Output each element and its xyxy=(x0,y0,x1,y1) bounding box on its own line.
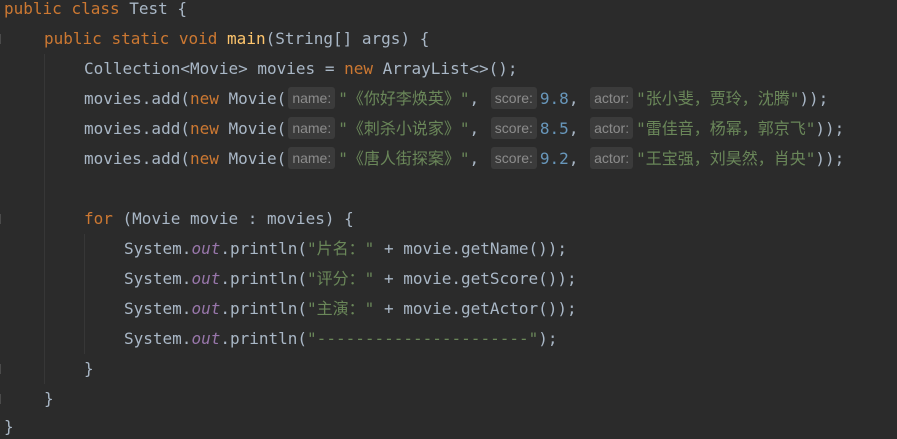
brace: } xyxy=(44,389,54,408)
code-line-6[interactable]: movies.add(new Movie(name: "《唐人街探案》", sco… xyxy=(84,144,844,174)
code-line-11[interactable]: System.out.println("主演：" + movie.getActo… xyxy=(124,294,577,324)
code-line-8[interactable]: for (Movie movie : movies) { xyxy=(84,204,354,234)
indent-guide xyxy=(44,54,45,384)
param-hint-actor: actor: xyxy=(590,87,634,109)
add-call: movies.add( xyxy=(84,149,190,168)
string-literal: "评分：" xyxy=(307,269,375,288)
string-literal: "张小斐，贾玲，沈腾" xyxy=(636,89,800,108)
comma: , xyxy=(469,149,489,168)
brace: } xyxy=(4,417,14,436)
param-hint-name: name: xyxy=(288,117,336,139)
code-line-3[interactable]: Collection<Movie> movies = new ArrayList… xyxy=(84,54,518,84)
param-hint-score: score: xyxy=(490,117,537,139)
system-ref: System. xyxy=(124,329,192,348)
param-hint-actor: actor: xyxy=(590,117,634,139)
method-name: main xyxy=(227,29,266,48)
string-literal: "主演：" xyxy=(307,299,375,318)
fold-marker[interactable] xyxy=(0,364,5,374)
brace: } xyxy=(84,359,94,378)
keyword: new xyxy=(189,119,219,138)
string-literal: "《你好李焕英》" xyxy=(338,89,470,108)
code-line-10[interactable]: System.out.println("评分：" + movie.getScor… xyxy=(124,264,577,294)
keyword: class xyxy=(71,0,120,18)
keyword: public xyxy=(44,29,102,48)
static-field: out xyxy=(191,269,221,288)
string-literal: "王宝强，刘昊然，肖央" xyxy=(636,149,816,168)
close-paren: )); xyxy=(815,149,845,168)
number-literal: 8.5 xyxy=(539,119,569,138)
system-ref: System. xyxy=(124,299,192,318)
println-call: .println( xyxy=(220,239,308,258)
for-header: (Movie movie : movies) { xyxy=(112,209,354,228)
code-line-13[interactable]: } xyxy=(84,354,94,384)
string-literal: "《唐人街探案》" xyxy=(338,149,470,168)
static-field: out xyxy=(191,329,221,348)
code-line-4[interactable]: movies.add(new Movie(name: "《你好李焕英》", sco… xyxy=(84,84,828,114)
comma: , xyxy=(469,119,489,138)
code-line-14[interactable]: } xyxy=(44,384,54,414)
println-call: .println( xyxy=(220,299,308,318)
string-literal: "雷佳音，杨幂，郭京飞" xyxy=(636,119,816,138)
static-field: out xyxy=(191,239,221,258)
constructor-call: Movie( xyxy=(218,149,287,168)
constructor-call: ArrayList<>(); xyxy=(373,59,518,78)
fold-marker[interactable] xyxy=(0,34,5,44)
close-paren: )); xyxy=(815,119,845,138)
constructor-call: Movie( xyxy=(218,119,287,138)
code-editor[interactable]: public class Test { public static void m… xyxy=(0,0,897,439)
println-call: .println( xyxy=(220,269,308,288)
keyword: static xyxy=(111,29,170,48)
code-line-5[interactable]: movies.add(new Movie(name: "《刺杀小说家》", sco… xyxy=(84,114,844,144)
comma: , xyxy=(469,89,489,108)
code-line-15[interactable]: } xyxy=(4,412,14,439)
expression: + movie.getActor()); xyxy=(374,299,577,318)
param-hint-actor: actor: xyxy=(590,147,634,169)
expression: + movie.getScore()); xyxy=(374,269,577,288)
declaration: Collection<Movie> movies = xyxy=(84,59,345,78)
comma: , xyxy=(568,149,589,168)
indent-guide xyxy=(84,234,85,354)
static-field: out xyxy=(191,299,221,318)
keyword: new xyxy=(189,89,219,108)
keyword: for xyxy=(84,209,113,228)
code-line-12[interactable]: System.out.println("--------------------… xyxy=(124,324,558,354)
expression: ); xyxy=(538,329,558,348)
param-hint-score: score: xyxy=(490,87,537,109)
params: (String[] args) { xyxy=(265,29,430,48)
param-hint-score: score: xyxy=(490,147,537,169)
add-call: movies.add( xyxy=(84,119,190,138)
code-line-1[interactable]: public class Test { xyxy=(4,0,187,24)
add-call: movies.add( xyxy=(84,89,190,108)
println-call: .println( xyxy=(220,329,308,348)
keyword: new xyxy=(189,149,219,168)
string-literal: "片名：" xyxy=(307,239,375,258)
string-literal: "----------------------" xyxy=(307,329,539,348)
fold-marker[interactable] xyxy=(0,394,5,404)
comma: , xyxy=(568,119,589,138)
constructor-call: Movie( xyxy=(218,89,287,108)
number-literal: 9.2 xyxy=(539,149,569,168)
expression: + movie.getName()); xyxy=(374,239,567,258)
fold-marker[interactable] xyxy=(0,214,5,224)
system-ref: System. xyxy=(124,239,192,258)
param-hint-name: name: xyxy=(288,147,336,169)
brace: { xyxy=(177,0,188,18)
keyword: public xyxy=(4,0,62,18)
number-literal: 9.8 xyxy=(539,89,569,108)
close-paren: )); xyxy=(799,89,829,108)
keyword: void xyxy=(178,29,218,48)
code-line-2[interactable]: public static void main(String[] args) { xyxy=(44,24,429,54)
class-name: Test xyxy=(129,0,168,18)
keyword: new xyxy=(344,59,373,78)
param-hint-name: name: xyxy=(288,87,336,109)
code-line-9[interactable]: System.out.println("片名：" + movie.getName… xyxy=(124,234,567,264)
system-ref: System. xyxy=(124,269,192,288)
string-literal: "《刺杀小说家》" xyxy=(338,119,470,138)
comma: , xyxy=(568,89,589,108)
